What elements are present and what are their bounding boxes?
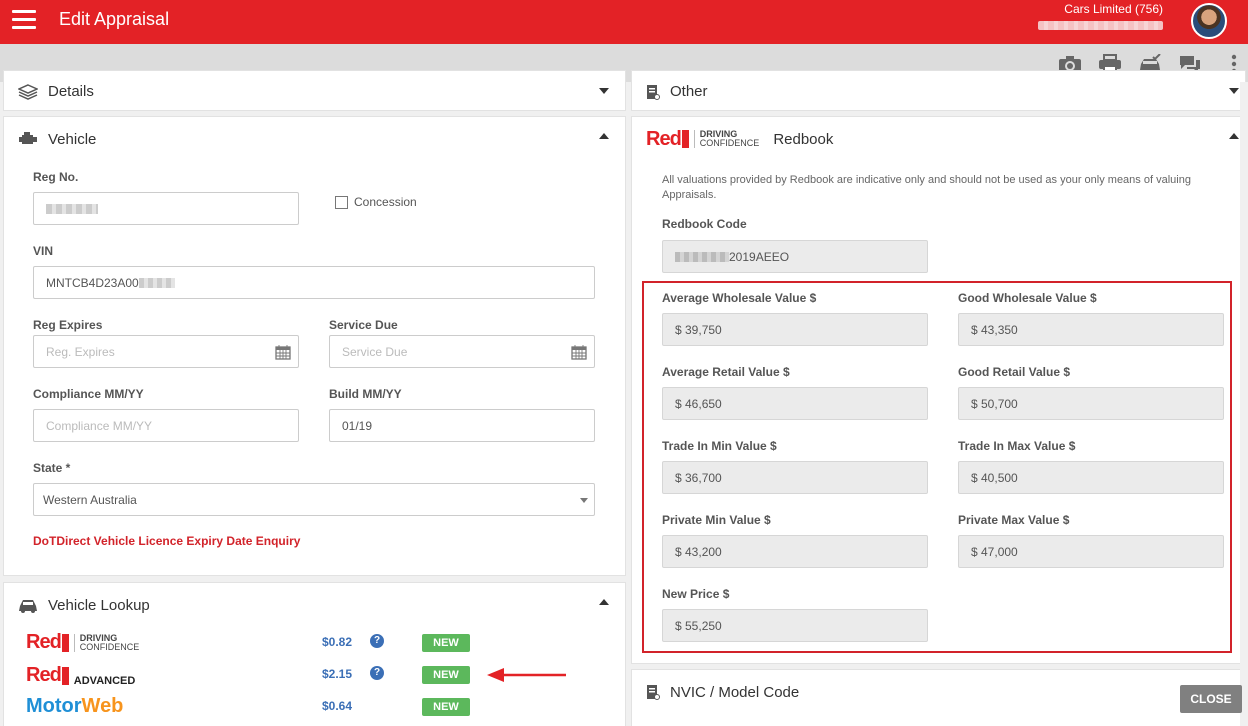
redbook-notice: All valuations provided by Redbook are i… xyxy=(662,174,1191,201)
private-max-field: $ 47,000 xyxy=(958,535,1224,568)
details-panel: Details xyxy=(3,70,626,111)
vehicle-title: Vehicle xyxy=(48,130,97,148)
trade-in-min-field: $ 36,700 xyxy=(662,461,928,494)
trade-in-max-label: Trade In Max Value $ xyxy=(958,439,1076,453)
help-icon[interactable]: ? xyxy=(370,634,384,648)
good-retail-label: Good Retail Value $ xyxy=(958,365,1071,379)
annotation-arrow-icon xyxy=(487,668,566,682)
private-min-field: $ 43,200 xyxy=(662,535,928,568)
other-panel: Other xyxy=(631,70,1246,111)
avg-wholesale-label: Average Wholesale Value $ xyxy=(662,291,817,305)
chevron-up-icon[interactable] xyxy=(599,133,609,139)
compliance-label: Compliance MM/YY xyxy=(33,387,144,401)
reg-no-field[interactable] xyxy=(33,192,299,225)
engine-icon xyxy=(19,132,37,144)
dealer-info[interactable]: Cars Limited (756) xyxy=(1038,2,1163,30)
page-title: Edit Appraisal xyxy=(59,9,170,29)
build-input[interactable] xyxy=(329,409,595,442)
compliance-input[interactable] xyxy=(33,409,299,442)
redbook-code-value: 2019AEEO xyxy=(729,249,790,264)
details-title: Details xyxy=(48,83,94,100)
vin-field[interactable]: MNTCB4D23A00 xyxy=(33,266,595,299)
trade-in-max-field: $ 40,500 xyxy=(958,461,1224,494)
other-title: Other xyxy=(670,83,708,100)
other-header[interactable]: Other xyxy=(632,71,1245,112)
redbook-header[interactable]: Red DRIVING CONFIDENCE Redbook xyxy=(632,117,1245,161)
new-lookup-button[interactable]: NEW xyxy=(422,666,470,684)
vin-value: MNTCB4D23A00 xyxy=(46,275,139,290)
redacted-vin xyxy=(138,277,175,288)
avg-wholesale-field: $ 39,750 xyxy=(662,313,928,346)
redbook-advanced-price: $2.15 xyxy=(322,667,353,681)
concession-label: Concession xyxy=(354,195,417,209)
calendar-icon[interactable] xyxy=(275,344,291,360)
vehicle-lookup-title: Vehicle Lookup xyxy=(48,596,150,614)
motorweb-price: $0.64 xyxy=(322,699,353,713)
chevron-down-icon[interactable] xyxy=(1229,88,1239,94)
state-select[interactable]: Western Australia xyxy=(33,483,595,516)
vin-label: VIN xyxy=(33,244,54,258)
vehicle-header[interactable]: Vehicle xyxy=(4,117,625,161)
redbook-driving-logo: Red DRIVING CONFIDENCE xyxy=(26,631,140,653)
dot-direct-link[interactable]: DoTDirect Vehicle Licence Expiry Date En… xyxy=(33,534,300,548)
service-due-label: Service Due xyxy=(329,318,398,332)
details-header[interactable]: Details xyxy=(4,71,625,112)
calendar-icon[interactable] xyxy=(571,344,587,360)
chevron-up-icon[interactable] xyxy=(599,599,609,605)
state-label: State * xyxy=(33,461,71,475)
redacted-reg xyxy=(46,203,98,214)
concession-checkbox[interactable] xyxy=(335,196,348,209)
redbook-logo: Red DRIVING CONFIDENCE xyxy=(646,127,760,150)
layers-icon xyxy=(18,83,38,100)
menu-icon[interactable] xyxy=(12,10,36,30)
vehicle-lookup-panel: Vehicle Lookup Red DRIVING CONFIDENCE $0.… xyxy=(3,582,626,726)
redbook-code-label: Redbook Code xyxy=(662,217,747,231)
new-lookup-button[interactable]: NEW xyxy=(422,634,470,652)
reg-no-label: Reg No. xyxy=(33,170,79,184)
reg-expires-label: Reg Expires xyxy=(33,318,103,332)
scrollbar[interactable] xyxy=(1240,82,1248,726)
good-wholesale-field: $ 43,350 xyxy=(958,313,1224,346)
good-retail-field: $ 50,700 xyxy=(958,387,1224,420)
service-due-input[interactable] xyxy=(329,335,595,368)
new-price-field: $ 55,250 xyxy=(662,609,928,642)
avg-retail-label: Average Retail Value $ xyxy=(662,365,790,379)
chevron-down-icon[interactable] xyxy=(599,88,609,94)
car-icon xyxy=(19,600,37,613)
help-icon[interactable]: ? xyxy=(370,666,384,680)
build-label: Build MM/YY xyxy=(329,387,402,401)
document-icon xyxy=(647,84,660,100)
app-header: Edit Appraisal Cars Limited (756) xyxy=(0,0,1248,44)
good-wholesale-label: Good Wholesale Value $ xyxy=(958,291,1097,305)
dealer-name: Cars Limited (756) xyxy=(1064,2,1163,16)
reg-expires-input[interactable] xyxy=(33,335,299,368)
chevron-up-icon[interactable] xyxy=(1229,133,1239,139)
nvic-panel: NVIC / Model Code xyxy=(631,669,1246,726)
avatar[interactable] xyxy=(1191,3,1227,39)
dropdown-arrow-icon[interactable] xyxy=(580,498,588,503)
state-value: Western Australia xyxy=(43,492,137,507)
vehicle-panel: Vehicle Reg No. Concession VIN MNTCB4D23… xyxy=(3,116,626,576)
redbook-advanced-logo: Red ADVANCED xyxy=(26,664,136,687)
redbook-title: Redbook xyxy=(773,130,834,148)
nvic-title: NVIC / Model Code xyxy=(670,683,800,701)
trade-in-min-label: Trade In Min Value $ xyxy=(662,439,777,453)
vehicle-lookup-header[interactable]: Vehicle Lookup xyxy=(4,583,625,627)
new-price-label: New Price $ xyxy=(662,587,730,601)
redacted-code xyxy=(675,251,729,262)
redacted-user-name xyxy=(1038,21,1163,30)
avg-retail-field: $ 46,650 xyxy=(662,387,928,420)
document-icon xyxy=(647,685,660,700)
nvic-header[interactable]: NVIC / Model Code xyxy=(632,670,1245,714)
redbook-driving-price: $0.82 xyxy=(322,635,353,649)
private-max-label: Private Max Value $ xyxy=(958,513,1070,527)
close-button[interactable]: CLOSE xyxy=(1180,685,1242,713)
motorweb-logo: MotorWeb xyxy=(26,695,124,717)
private-min-label: Private Min Value $ xyxy=(662,513,771,527)
redbook-code-field: 2019AEEO xyxy=(662,240,928,273)
new-lookup-button[interactable]: NEW xyxy=(422,698,470,716)
